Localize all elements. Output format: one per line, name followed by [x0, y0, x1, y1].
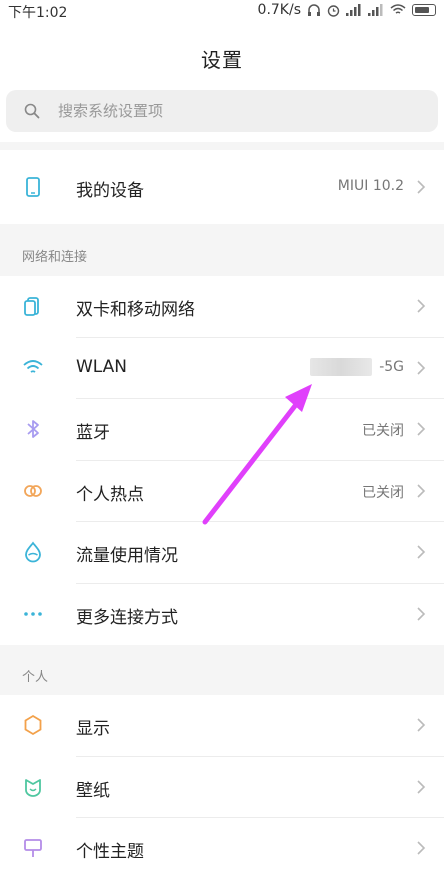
chevron-right-icon [417, 718, 426, 732]
hotspot-label: 个人热点 [76, 485, 144, 505]
separator-band [0, 142, 444, 150]
wallpaper-icon [25, 779, 41, 797]
chevron-right-icon [417, 545, 426, 559]
network-speed: 0.7K/s [257, 2, 301, 18]
wifi-icon [23, 360, 43, 373]
theme-icon [24, 839, 42, 857]
more-dots-icon [24, 612, 42, 616]
sim-network-row[interactable]: 双卡和移动网络 [0, 276, 444, 336]
more-connections-label: 更多连接方式 [76, 608, 178, 628]
chevron-right-icon [417, 841, 426, 855]
my-device-label: 我的设备 [76, 181, 144, 201]
display-label: 显示 [76, 719, 110, 739]
data-usage-label: 流量使用情况 [76, 546, 178, 566]
page-title: 设置 [201, 48, 243, 72]
chevron-right-icon [417, 780, 426, 794]
hotspot-icon [24, 485, 42, 497]
hotspot-status: 已关闭 [362, 485, 404, 501]
section-title-personal: 个人 [22, 670, 49, 685]
hotspot-row[interactable]: 个人热点 已关闭 [0, 461, 444, 521]
sim-network-label: 双卡和移动网络 [76, 300, 195, 320]
chevron-right-icon [417, 361, 426, 375]
signal-icon [346, 4, 361, 16]
wallpaper-label: 壁纸 [76, 781, 110, 801]
status-time: 下午1:02 [8, 5, 68, 21]
data-usage-icon [25, 541, 41, 563]
chevron-right-icon [417, 607, 426, 621]
status-bar: 下午1:02 0.7K/s [0, 0, 444, 22]
wlan-row[interactable]: WLAN -5G [0, 338, 444, 398]
wifi-status-icon [390, 4, 406, 14]
bluetooth-label: 蓝牙 [76, 423, 110, 443]
signal-icon-2 [368, 4, 383, 16]
phone-icon [26, 177, 40, 197]
data-usage-row[interactable]: 流量使用情况 [0, 522, 444, 582]
alarm-icon [327, 4, 340, 17]
my-device-row[interactable]: 我的设备 MIUI 10.2 [0, 157, 444, 217]
chevron-right-icon [417, 299, 426, 313]
status-icons: 0.7K/s [258, 2, 436, 18]
search-input[interactable] [56, 101, 380, 121]
chevron-right-icon [417, 484, 426, 498]
miui-version: MIUI 10.2 [337, 178, 404, 194]
battery-icon [412, 4, 436, 16]
theme-label: 个性主题 [76, 842, 144, 862]
separator-band [0, 645, 444, 695]
theme-row[interactable]: 个性主题 [0, 818, 444, 878]
chevron-right-icon [417, 422, 426, 436]
headphone-icon [308, 4, 320, 16]
sim-card-icon [24, 297, 39, 316]
search-bar[interactable] [6, 90, 438, 132]
wlan-value: -5G [379, 359, 404, 375]
bluetooth-icon [27, 420, 39, 438]
wlan-label: WLAN [76, 357, 128, 377]
bluetooth-status: 已关闭 [362, 423, 404, 439]
display-row[interactable]: 显示 [0, 695, 444, 755]
bluetooth-row[interactable]: 蓝牙 已关闭 [0, 399, 444, 459]
display-icon [24, 714, 42, 736]
more-connections-row[interactable]: 更多连接方式 [0, 584, 444, 644]
wallpaper-row[interactable]: 壁纸 [0, 757, 444, 817]
section-title-network: 网络和连接 [22, 250, 88, 265]
search-icon [24, 103, 40, 119]
chevron-right-icon [417, 180, 426, 194]
wlan-ssid-blurred [310, 358, 372, 376]
